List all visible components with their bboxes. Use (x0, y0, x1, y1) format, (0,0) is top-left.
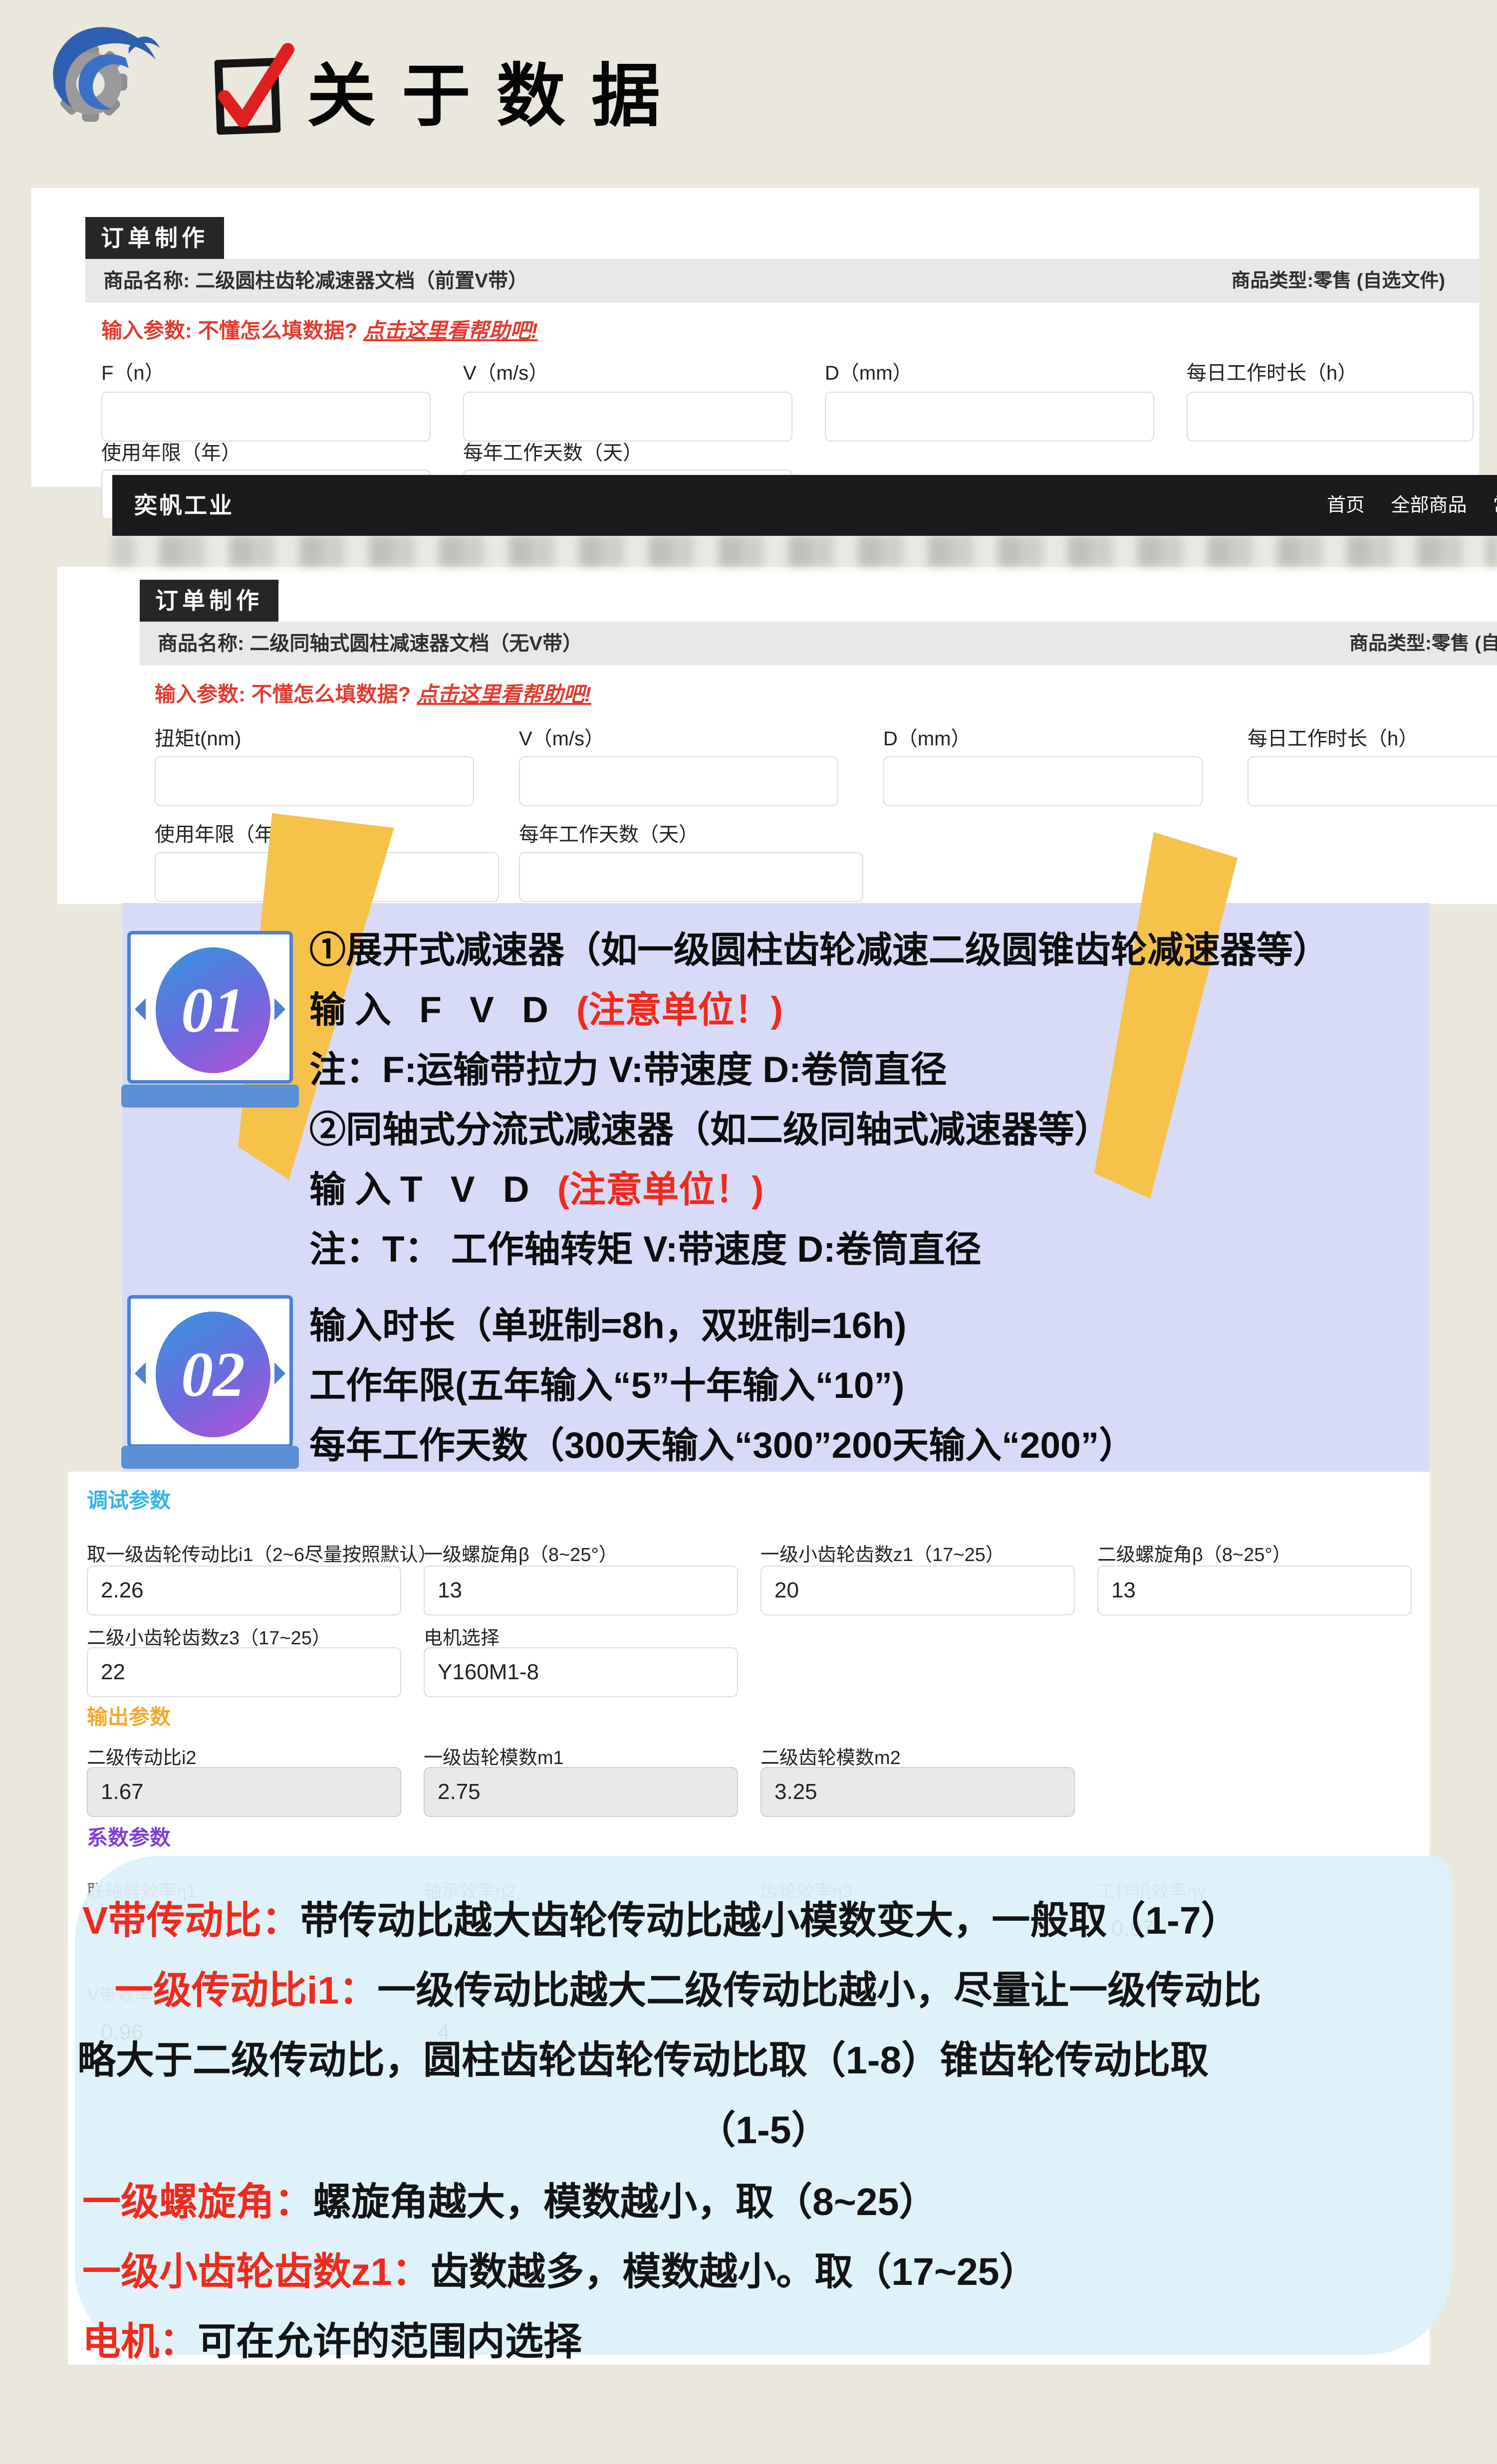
input-hours1[interactable] (1187, 392, 1474, 442)
debug-label-beta2: 二级螺旋角β（8~25°） (1097, 1539, 1291, 1567)
tab-order-make-1: 订单制作 (85, 217, 224, 259)
help-link-1[interactable]: 点击这里看帮助吧! (363, 319, 538, 342)
debug-label-motor: 电机选择 (424, 1622, 499, 1650)
help-row-1: 输入参数: 不懂怎么填数据? 点击这里看帮助吧! (101, 314, 538, 344)
blurred-screenshot-edge (112, 536, 1497, 567)
nav-link-all-products[interactable]: 全部商品 (1391, 495, 1467, 516)
note-line: 输入T V D (注意单位！) (309, 1160, 763, 1213)
product-type-2: 商品类型:零售 (自 (1349, 622, 1497, 666)
output-input-m2 (760, 1767, 1075, 1817)
field-label-hours2: 每日工作时长（h） (1248, 722, 1418, 751)
product-bar-1: 商品名称: 二级圆柱齿轮减速器文档（前置V带） 商品类型:零售 (自选文件) (85, 259, 1480, 303)
debug-input-z1[interactable] (760, 1566, 1075, 1615)
help-prefix-1: 输入参数: 不懂怎么填数据? (101, 319, 363, 342)
input-f[interactable] (101, 392, 431, 442)
debug-label-z3: 二级小齿轮齿数z3（17~25） (87, 1622, 331, 1650)
debug-input-beta1[interactable] (424, 1566, 738, 1615)
chevron-left-icon (135, 1362, 146, 1384)
nav-link-truncated[interactable]: 常 (1493, 495, 1497, 516)
field-label-v1: V（m/s） (463, 357, 548, 386)
field-label-d1: D（mm） (825, 357, 913, 386)
tip-line-z1: 一级小齿轮齿数z1：齿数越多，模数越小。取（17~25） (82, 2241, 1038, 2296)
step-badge-02: 02 (127, 1295, 293, 1448)
input-d2[interactable] (883, 756, 1203, 806)
field-label-years1: 使用年限（年） (101, 437, 241, 465)
output-label-m2: 二级齿轮模数m2 (760, 1742, 901, 1770)
note-line: ①展开式减速器（如一级圆柱齿轮减速二级圆锥齿轮减速器等） (309, 920, 1329, 973)
top-navbar: 奕帆工业 首页 全部商品 常 (112, 475, 1497, 536)
debug-input-i1[interactable] (87, 1566, 401, 1615)
order-form-card-1: 订单制作 商品名称: 二级圆柱齿轮减速器文档（前置V带） 商品类型:零售 (自选… (31, 188, 1480, 487)
tip-line-helix: 一级螺旋角：螺旋角越大，模数越小，取（8~25） (82, 2171, 937, 2227)
note-line: ②同轴式分流式减速器（如二级同轴式减速器等） (309, 1100, 1111, 1153)
field-label-f: F（n） (101, 357, 165, 386)
output-label-m1: 一级齿轮模数m1 (424, 1742, 564, 1770)
field-label-d2: D（mm） (883, 722, 971, 751)
step-badge-01: 01 (127, 931, 293, 1084)
product-name-2: 商品名称: 二级同轴式圆柱减速器文档（无V带） (140, 633, 582, 655)
debug-input-z3[interactable] (87, 1647, 401, 1697)
help-link-2[interactable]: 点击这里看帮助吧! (417, 682, 591, 706)
input-hours2[interactable] (1248, 756, 1497, 806)
debug-input-beta2[interactable] (1097, 1566, 1412, 1615)
debug-label-z1: 一级小齿轮齿数z1（17~25） (760, 1539, 1004, 1567)
section-coeff-params: 系数参数 (87, 1821, 171, 1851)
page-title: 关于数据 (307, 40, 686, 140)
chevron-left-icon (135, 998, 146, 1020)
tip-line-motor: 电机：可在允许的范围内选择 (82, 2311, 582, 2366)
step-number-02: 02 (156, 1312, 270, 1437)
note-line: 注：F:运输带拉力 V:带速度 D:卷筒直径 (309, 1040, 947, 1093)
field-label-torque: 扭矩t(nm) (155, 722, 241, 751)
field-label-v2: V（m/s） (519, 722, 604, 751)
note-line: 工作年限(五年输入“5”十年输入“10”) (309, 1356, 904, 1409)
note-line: 注：T： 工作轴转矩 V:带速度 D:卷筒直径 (309, 1220, 981, 1273)
product-bar-2: 商品名称: 二级同轴式圆柱减速器文档（无V带） 商品类型:零售 (自 (140, 622, 1497, 666)
step-badge-01-base (121, 1085, 299, 1108)
chevron-right-icon (274, 998, 285, 1020)
red-check-icon (223, 49, 290, 121)
tip-line-i1-cont: 略大于二级传动比，圆柱齿轮齿轮传动比取（1-8）锥齿轮传动比取 (77, 2029, 1209, 2085)
debug-label-i1: 取一级齿轮传动比i1（2~6尽量按照默认） (87, 1539, 437, 1567)
brand-logo-gear-swirl-icon (35, 20, 177, 147)
nav-links: 首页 全部商品 常 (1303, 475, 1497, 536)
output-input-i2 (87, 1767, 401, 1817)
section-debug-params: 调试参数 (87, 1484, 171, 1514)
help-row-2: 输入参数: 不懂怎么填数据? 点击这里看帮助吧! (155, 677, 591, 708)
input-d1[interactable] (825, 392, 1154, 442)
output-label-i2: 二级传动比i2 (87, 1742, 197, 1770)
note-line: 输入 F V D (注意单位！) (309, 980, 783, 1033)
help-prefix-2: 输入参数: 不懂怎么填数据? (155, 682, 417, 706)
product-type-1: 商品类型:零售 (自选文件) (1231, 259, 1445, 303)
note-line: 输入时长（单班制=8h，双班制=16h) (309, 1296, 907, 1349)
note-line: 每年工作天数（300天输入“300”200天输入“200”） (309, 1416, 1135, 1469)
input-days2[interactable] (519, 852, 863, 902)
nav-brand: 奕帆工业 (134, 475, 234, 536)
tip-line-range: （1-5） (75, 2099, 1452, 2155)
tip-line-i1: 一级传动比i1：一级传动比越大二级传动比越小，尽量让一级传动比 (115, 1960, 1261, 2015)
output-input-m1 (424, 1767, 738, 1817)
nav-link-home[interactable]: 首页 (1327, 495, 1365, 516)
input-v2[interactable] (519, 756, 838, 806)
field-label-days1: 每年工作天数（天） (463, 437, 643, 465)
field-label-days2: 每年工作天数（天） (519, 818, 699, 847)
section-output-params: 输出参数 (87, 1700, 171, 1731)
page: 关于数据 订单制作 商品名称: 二级圆柱齿轮减速器文档（前置V带） 商品类型:零… (0, 0, 1497, 2464)
field-label-hours1: 每日工作时长（h） (1187, 357, 1357, 386)
input-torque[interactable] (155, 756, 474, 806)
checkbox-icon (214, 58, 280, 135)
step-number-01: 01 (156, 947, 270, 1073)
debug-input-motor[interactable] (424, 1647, 738, 1697)
product-name-1: 商品名称: 二级圆柱齿轮减速器文档（前置V带） (85, 270, 528, 292)
input-v1[interactable] (463, 392, 792, 442)
debug-label-beta1: 一级螺旋角β（8~25°） (424, 1539, 618, 1567)
step-badge-02-base (121, 1446, 299, 1469)
tip-line-vbelt: V带传动比：带传动比越大齿轮传动比越小模数变大，一般取（1-7） (82, 1890, 1240, 1945)
tab-order-make-2: 订单制作 (140, 580, 278, 622)
chevron-right-icon (274, 1362, 285, 1384)
